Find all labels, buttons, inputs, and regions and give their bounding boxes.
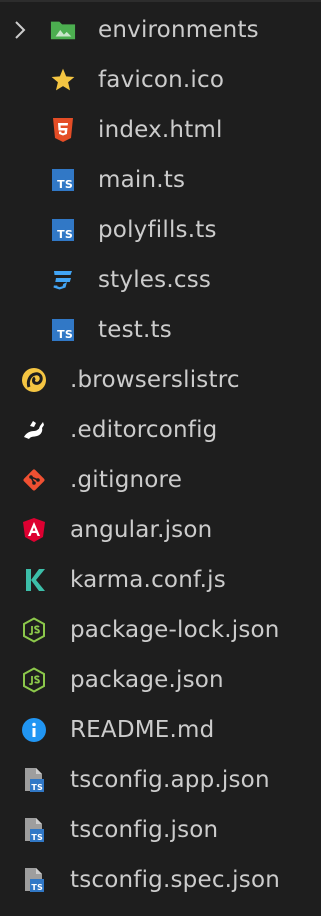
css3-icon xyxy=(50,267,76,293)
typescript-icon: TS xyxy=(50,317,76,343)
file-label: main.ts xyxy=(98,167,186,193)
svg-text:TS: TS xyxy=(31,883,43,892)
karma-icon xyxy=(21,567,47,593)
file-label: angular.json xyxy=(70,517,213,543)
folder-label: environments xyxy=(98,17,259,43)
file-label: index.html xyxy=(98,117,223,143)
info-icon xyxy=(21,717,47,743)
file-label: favicon.ico xyxy=(98,67,225,93)
folder-environments[interactable]: environments xyxy=(0,5,321,55)
file-angular-json[interactable]: angular.json xyxy=(0,505,321,555)
file-label: package-lock.json xyxy=(70,617,280,643)
browserslist-icon xyxy=(21,367,47,393)
file-label: .gitignore xyxy=(70,467,183,493)
file-label: package.json xyxy=(70,667,224,693)
file-index-html[interactable]: index.html xyxy=(0,105,321,155)
file-polyfills-ts[interactable]: TS polyfills.ts xyxy=(0,205,321,255)
file-package-json[interactable]: package.json xyxy=(0,655,321,705)
svg-text:TS: TS xyxy=(31,783,43,792)
file-browserslistrc[interactable]: .browserslistrc xyxy=(0,355,321,405)
chevron-right-icon[interactable] xyxy=(12,18,28,42)
file-readme[interactable]: README.md xyxy=(0,705,321,755)
git-icon xyxy=(21,467,47,493)
editorconfig-icon xyxy=(21,417,47,443)
file-label: tsconfig.spec.json xyxy=(70,867,281,893)
nodejs-icon xyxy=(21,617,47,643)
file-label: tsconfig.json xyxy=(70,817,219,843)
nodejs-icon xyxy=(21,667,47,693)
angular-icon xyxy=(21,517,47,543)
file-tsconfig-json[interactable]: TS tsconfig.json xyxy=(0,805,321,855)
file-label: styles.css xyxy=(98,267,212,293)
file-test-ts[interactable]: TS test.ts xyxy=(0,305,321,355)
file-tsconfig-app-json[interactable]: TS tsconfig.app.json xyxy=(0,755,321,805)
tsconfig-icon: TS xyxy=(21,817,47,843)
file-tsconfig-spec-json[interactable]: TS tsconfig.spec.json xyxy=(0,855,321,905)
file-label: README.md xyxy=(70,717,215,743)
file-label: karma.conf.js xyxy=(70,567,226,593)
tsconfig-icon: TS xyxy=(21,767,47,793)
file-main-ts[interactable]: TS main.ts xyxy=(0,155,321,205)
file-gitignore[interactable]: .gitignore xyxy=(0,455,321,505)
file-karma-conf[interactable]: karma.conf.js xyxy=(0,555,321,605)
file-explorer-tree: environments favicon.ico index.html TS m… xyxy=(0,0,321,916)
file-label: .editorconfig xyxy=(70,417,218,443)
file-label: .browserslistrc xyxy=(70,367,240,393)
file-editorconfig[interactable]: .editorconfig xyxy=(0,405,321,455)
file-favicon[interactable]: favicon.ico xyxy=(0,55,321,105)
folder-icon xyxy=(50,17,76,43)
file-label: polyfills.ts xyxy=(98,217,217,243)
html5-icon xyxy=(50,117,76,143)
typescript-icon: TS xyxy=(50,217,76,243)
typescript-icon: TS xyxy=(50,167,76,193)
file-package-lock-json[interactable]: package-lock.json xyxy=(0,605,321,655)
file-label: test.ts xyxy=(98,317,172,343)
file-styles-css[interactable]: styles.css xyxy=(0,255,321,305)
svg-text:TS: TS xyxy=(31,833,43,842)
star-icon xyxy=(50,67,76,93)
file-label: tsconfig.app.json xyxy=(70,767,270,793)
tsconfig-icon: TS xyxy=(21,867,47,893)
